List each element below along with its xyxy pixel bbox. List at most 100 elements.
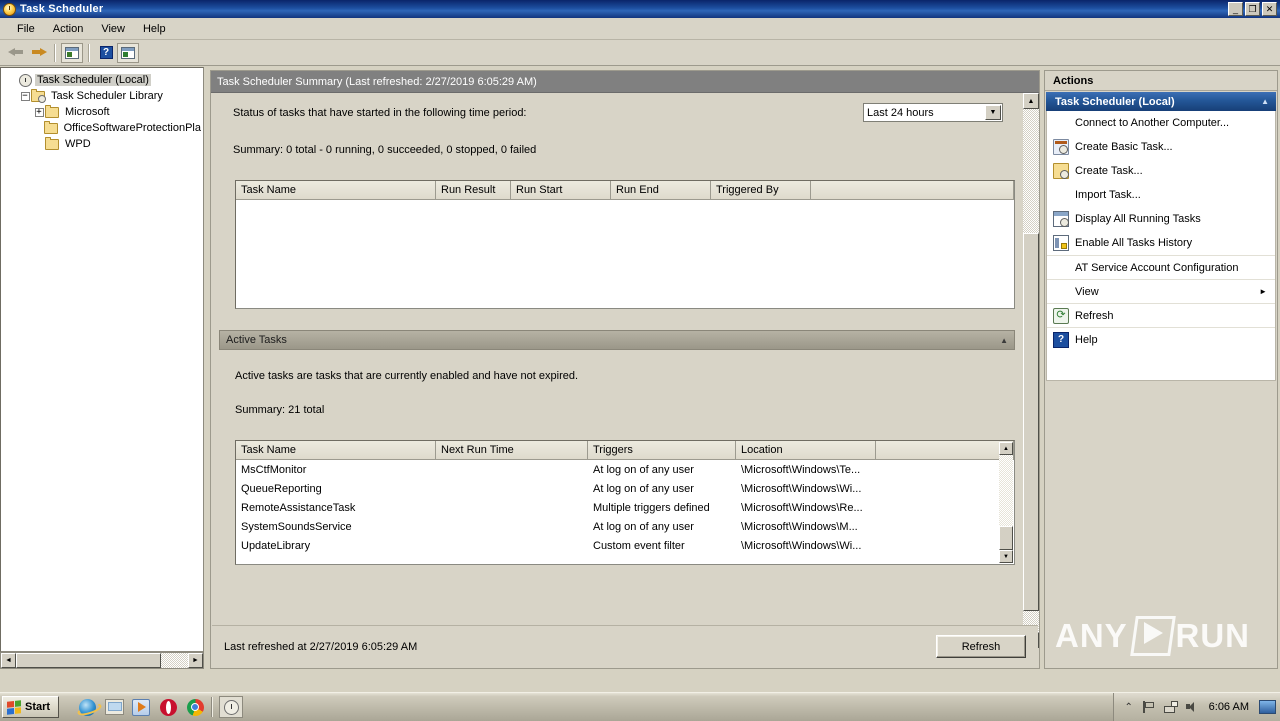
action-connect-to-another-computer[interactable]: Connect to Another Computer... [1047, 111, 1275, 135]
scroll-thumb[interactable] [1023, 233, 1039, 611]
action-refresh[interactable]: ⟳ Refresh [1047, 303, 1275, 327]
last-refreshed-label: Last refreshed at 2/27/2019 6:05:29 AM [224, 640, 418, 653]
show-console-tree-button[interactable] [61, 42, 83, 63]
table-row[interactable]: SystemSoundsService At log on of any use… [236, 517, 1014, 536]
action-at-service-account-configuration[interactable]: AT Service Account Configuration [1047, 255, 1275, 279]
action-help[interactable]: ? Help [1047, 327, 1275, 351]
menu-item-view[interactable]: View [92, 21, 134, 37]
table-row[interactable]: QueueReporting At log on of any user \Mi… [236, 479, 1014, 498]
column-header-task-name[interactable]: Task Name [236, 181, 436, 199]
action-display-all-running-tasks[interactable]: Display All Running Tasks [1047, 207, 1275, 231]
clock-icon [19, 73, 32, 87]
show-desktop-button[interactable] [1259, 700, 1276, 714]
column-header-triggered-by[interactable]: Triggered By [711, 181, 811, 199]
tray-clock[interactable]: 6:06 AM [1209, 701, 1249, 713]
network-icon[interactable] [1163, 700, 1178, 714]
task-scheduler-taskbar-button[interactable] [219, 696, 244, 718]
submenu-arrow-icon[interactable]: ► [1259, 287, 1267, 296]
quick-launch-chrome[interactable] [185, 697, 205, 717]
column-header-run-end[interactable]: Run End [611, 181, 711, 199]
active-tasks-header[interactable]: Active Tasks ▲ [219, 330, 1015, 350]
close-button[interactable]: ✕ [1262, 2, 1277, 16]
task-status-grid: Task Name Run Result Run Start Run End T… [235, 180, 1015, 309]
action-label: Create Basic Task... [1075, 141, 1173, 153]
cell-triggers: Multiple triggers defined [593, 501, 710, 514]
console-tree-icon [65, 46, 79, 59]
column-header-next-run-time[interactable]: Next Run Time [436, 441, 588, 459]
action-create-task[interactable]: Create Task... [1047, 159, 1275, 183]
forward-button[interactable] [27, 43, 49, 63]
scroll-track[interactable] [161, 653, 188, 668]
refresh-button[interactable]: Refresh [936, 635, 1026, 658]
show-hidden-icons-button[interactable]: ⌃ [1122, 700, 1136, 714]
summary-vertical-scrollbar[interactable]: ▲ ▼ [1023, 93, 1039, 648]
volume-icon[interactable] [1185, 700, 1199, 714]
tree-item-task-scheduler-local[interactable]: Task Scheduler (Local) [5, 72, 203, 88]
tree-horizontal-scrollbar[interactable]: ◄ ► [0, 652, 204, 669]
actions-group-header[interactable]: Task Scheduler (Local) ▲ [1046, 92, 1276, 111]
quick-launch-windows-explorer[interactable] [104, 697, 124, 717]
cell-location: \Microsoft\Windows\M... [741, 520, 858, 533]
cell-triggers: At log on of any user [593, 520, 694, 533]
back-button[interactable] [5, 43, 27, 63]
scroll-left-button[interactable]: ◄ [1, 653, 16, 668]
table-row[interactable]: UpdateLibrary Custom event filter \Micro… [236, 536, 1014, 555]
menu-item-help[interactable]: Help [134, 21, 175, 37]
cell-triggers: At log on of any user [593, 463, 694, 476]
action-import-task[interactable]: Import Task... [1047, 183, 1275, 207]
action-view[interactable]: View ► [1047, 279, 1275, 303]
tree-twisty-collapse[interactable]: − [19, 90, 31, 102]
scroll-thumb[interactable] [16, 653, 161, 668]
taskbar: Start ⌃ 6:06 AM [0, 692, 1280, 721]
cell-task-name: MsCtfMonitor [241, 463, 307, 476]
tree-item-task-scheduler-library[interactable]: − Task Scheduler Library [5, 88, 203, 104]
column-header-task-name[interactable]: Task Name [236, 441, 436, 459]
column-header-run-result[interactable]: Run Result [436, 181, 511, 199]
summary-scroll-area: ▲ ▼ Status of tasks that have started in… [211, 93, 1039, 648]
table-row[interactable]: MsCtfMonitor At log on of any user \Micr… [236, 460, 1014, 479]
restore-button[interactable]: ❐ [1245, 2, 1260, 16]
task-status-grid-header: Task Name Run Result Run Start Run End T… [236, 181, 1014, 200]
scroll-thumb[interactable] [999, 526, 1013, 550]
console-tree-pane: Task Scheduler (Local) − Task Scheduler … [0, 67, 204, 652]
active-tasks-grid: Task Name Next Run Time Triggers Locatio… [235, 440, 1015, 565]
column-header-run-start[interactable]: Run Start [511, 181, 611, 199]
collapse-icon[interactable]: ▲ [1261, 97, 1269, 106]
column-header-location[interactable]: Location [736, 441, 876, 459]
menu-item-action[interactable]: Action [44, 21, 93, 37]
tree-item-officesoftwareprotectionplatform[interactable]: OfficeSoftwareProtectionPla [5, 120, 203, 136]
scroll-up-button[interactable]: ▲ [999, 442, 1013, 455]
create-basic-task-icon [1053, 139, 1069, 155]
tree-item-label: Task Scheduler Library [51, 90, 163, 102]
quick-launch-media-player[interactable] [131, 697, 151, 717]
active-tasks-vertical-scrollbar[interactable]: ▲ ▼ [999, 442, 1013, 563]
action-create-basic-task[interactable]: Create Basic Task... [1047, 135, 1275, 159]
active-tasks-title: Active Tasks [226, 334, 287, 346]
table-row[interactable]: RemoteAssistanceTask Multiple triggers d… [236, 498, 1014, 517]
display-running-tasks-icon [1053, 211, 1069, 227]
properties-button[interactable] [117, 42, 139, 63]
actions-group-label: Task Scheduler (Local) [1055, 95, 1175, 108]
action-center-flag-icon[interactable] [1143, 700, 1157, 714]
status-summary: Summary: 0 total - 0 running, 0 succeede… [233, 144, 537, 156]
tree-item-label: WPD [65, 138, 91, 150]
scroll-right-button[interactable]: ► [188, 653, 203, 668]
quick-launch-internet-explorer[interactable] [77, 697, 97, 717]
minimize-button[interactable]: _ [1228, 2, 1243, 16]
scroll-down-button[interactable]: ▼ [999, 550, 1013, 563]
column-header-triggers[interactable]: Triggers [588, 441, 736, 459]
cell-task-name: RemoteAssistanceTask [241, 501, 356, 514]
help-button[interactable]: ? [95, 43, 117, 63]
action-enable-all-tasks-history[interactable]: Enable All Tasks History [1047, 231, 1275, 255]
start-button[interactable]: Start [2, 696, 60, 718]
tree-item-microsoft[interactable]: + Microsoft [5, 104, 203, 120]
scroll-up-button[interactable]: ▲ [1023, 93, 1039, 109]
action-label: View [1075, 285, 1099, 298]
time-period-select[interactable]: Last 24 hours ▼ [863, 103, 1003, 122]
quick-launch-opera[interactable] [158, 697, 178, 717]
collapse-icon[interactable]: ▲ [1000, 336, 1008, 345]
tree-twisty-expand[interactable]: + [33, 106, 45, 118]
chevron-down-icon[interactable]: ▼ [985, 105, 1001, 120]
menu-item-file[interactable]: File [8, 21, 44, 37]
tree-item-wpd[interactable]: WPD [5, 136, 203, 152]
